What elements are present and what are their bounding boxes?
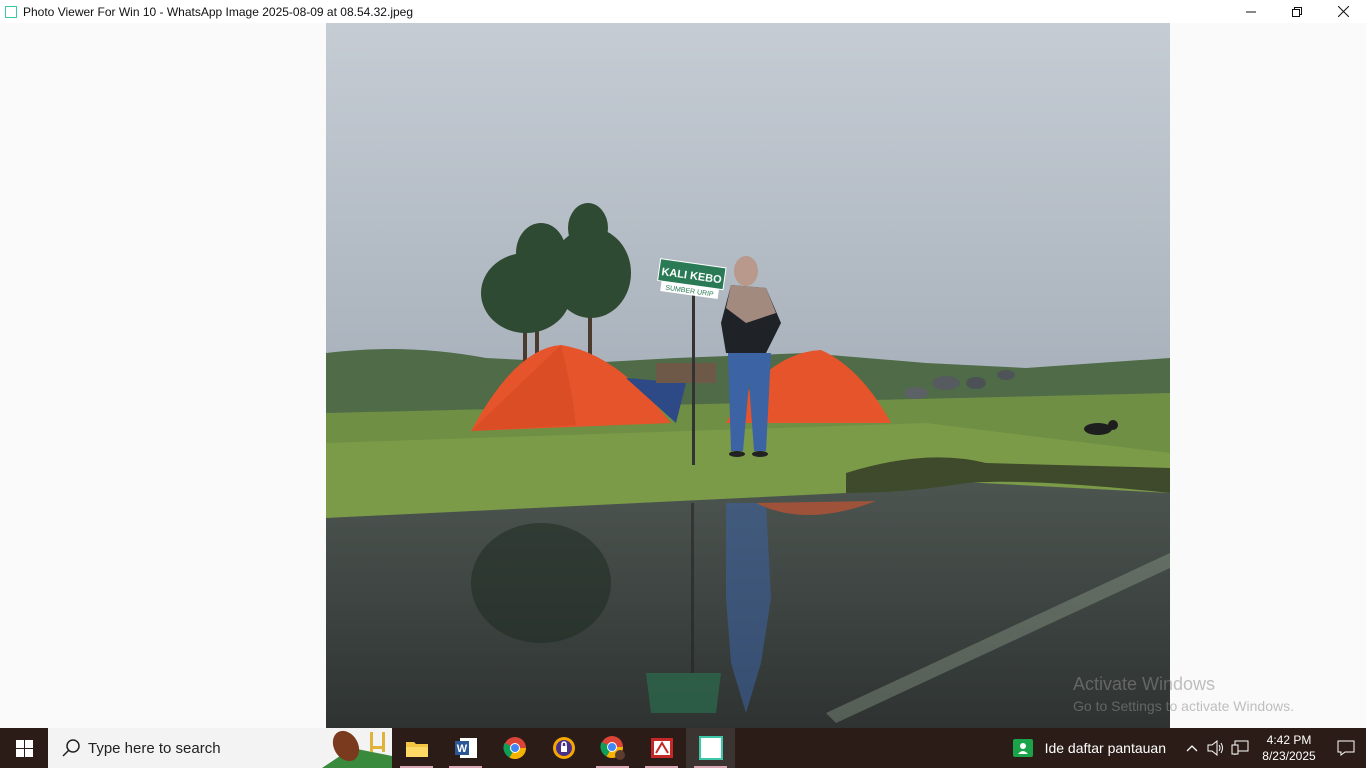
close-button[interactable] [1320, 0, 1366, 23]
clock[interactable]: 4:42 PM 8/23/2025 [1258, 732, 1320, 764]
app-icon [5, 5, 17, 18]
search-highlight-art-icon [322, 730, 392, 768]
close-icon [1337, 6, 1349, 17]
svg-text:W: W [456, 743, 467, 755]
taskbar-word[interactable]: W [441, 728, 490, 768]
taskbar-search-box[interactable]: Type here to search [48, 728, 392, 768]
chrome-profile-icon [599, 736, 625, 760]
network-button[interactable] [1228, 728, 1252, 768]
word-icon: W [454, 738, 477, 758]
photo-viewer-area[interactable]: KALI KEBO SUMBER URIP Activate Windows G… [0, 23, 1366, 728]
taskbar-photo-viewer[interactable] [686, 728, 735, 768]
photo[interactable]: KALI KEBO SUMBER URIP [326, 23, 1170, 728]
restore-button[interactable] [1274, 0, 1320, 23]
action-center-button[interactable] [1326, 728, 1366, 768]
windows-logo-icon [15, 739, 33, 757]
taskbar-chrome-profile[interactable] [588, 728, 637, 768]
watermark-title: Activate Windows [1073, 674, 1216, 694]
vpn-shield-icon [552, 737, 575, 759]
minimize-icon [1246, 11, 1256, 12]
photo-scene: KALI KEBO SUMBER URIP [326, 23, 1170, 728]
start-button[interactable] [0, 728, 48, 768]
minimize-button[interactable] [1228, 0, 1274, 23]
pdf-icon [650, 738, 673, 758]
speaker-icon [1207, 740, 1223, 756]
news-text: Ide daftar pantauan [1044, 740, 1166, 756]
news-widget[interactable]: Ide daftar pantauan [1012, 739, 1166, 757]
show-hidden-icons-button[interactable] [1180, 728, 1204, 768]
taskbar: Type here to search W Ide daftar pantaua… [0, 728, 1366, 768]
search-placeholder: Type here to search [88, 739, 221, 757]
notification-icon [1337, 740, 1355, 756]
watchlist-icon [1012, 739, 1033, 757]
activate-windows-watermark: Activate Windows Go to Settings to activ… [1073, 674, 1294, 714]
title-bar: Photo Viewer For Win 10 - WhatsApp Image… [0, 0, 1366, 23]
clock-time: 4:42 PM [1266, 733, 1312, 747]
taskbar-pdf[interactable] [637, 728, 686, 768]
window-controls [1228, 0, 1366, 23]
taskbar-file-explorer[interactable] [392, 728, 441, 768]
clock-date: 8/23/2025 [1262, 749, 1316, 763]
window-title: Photo Viewer For Win 10 - WhatsApp Image… [23, 4, 414, 19]
folder-icon [405, 742, 428, 757]
volume-button[interactable] [1204, 728, 1228, 768]
taskbar-chrome[interactable] [490, 728, 539, 768]
search-icon [62, 739, 80, 757]
chevron-up-icon [1186, 745, 1198, 752]
photo-viewer-icon [698, 736, 723, 760]
system-tray: Ide daftar pantauan 4:42 PM 8/23/2025 [1012, 728, 1366, 768]
restore-icon [1292, 6, 1302, 17]
chrome-icon [502, 737, 526, 759]
taskbar-vpn[interactable] [539, 728, 588, 768]
watermark-subtitle: Go to Settings to activate Windows. [1073, 698, 1294, 714]
network-icon [1231, 740, 1249, 755]
